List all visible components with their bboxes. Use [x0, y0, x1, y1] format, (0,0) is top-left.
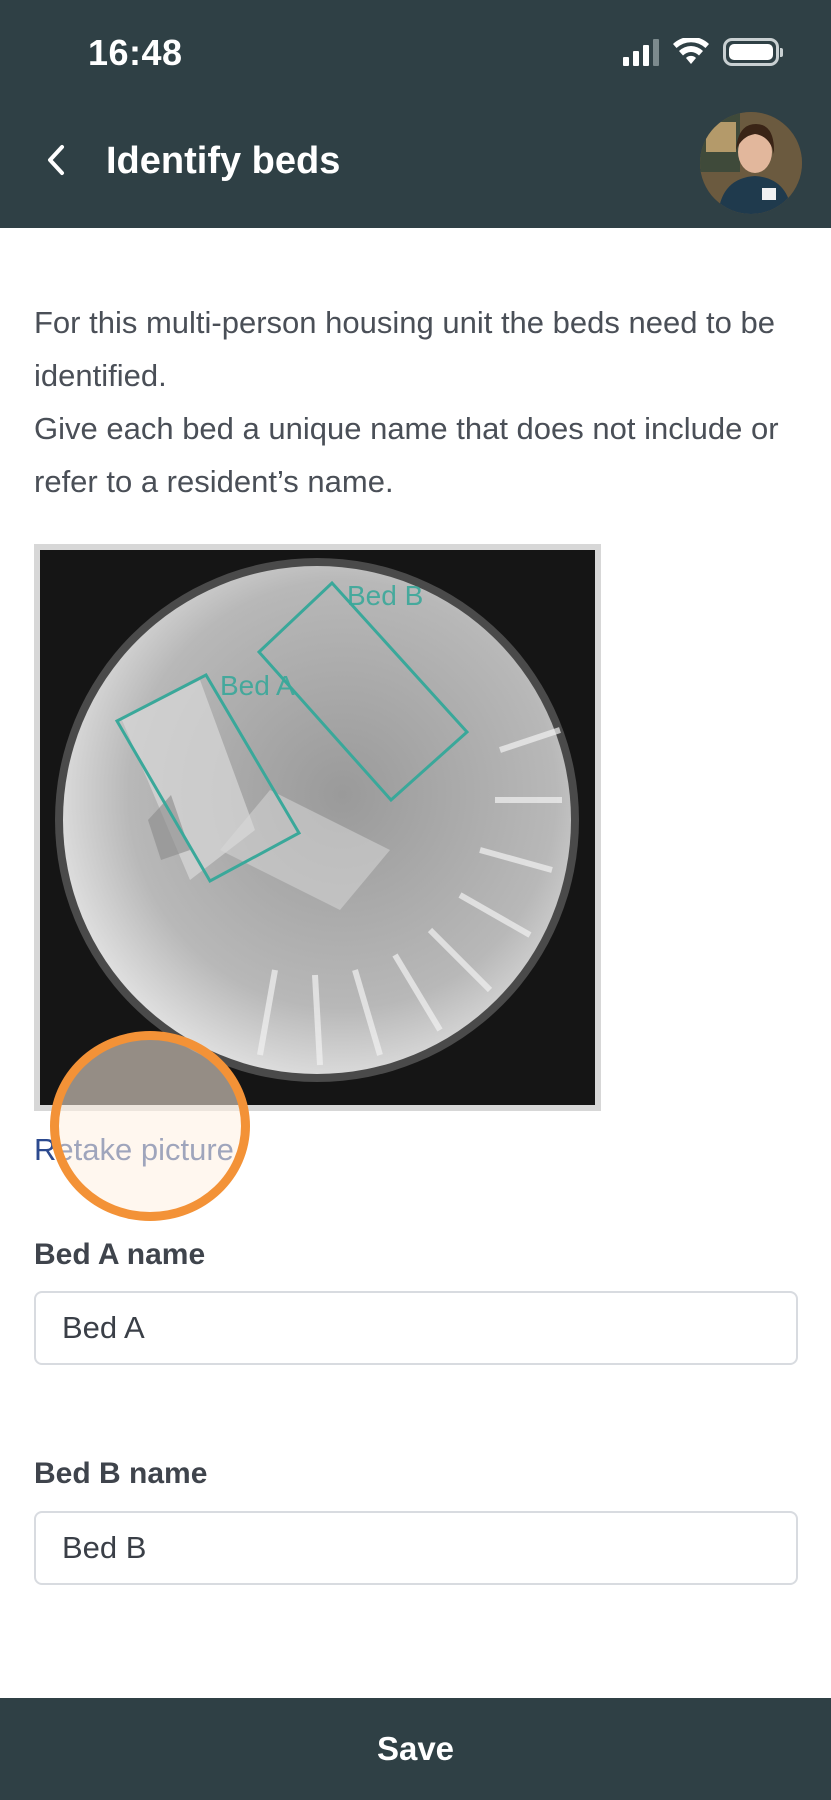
photo-label-bed-a: Bed A: [220, 670, 295, 701]
intro-line-1: For this multi-person housing unit the b…: [34, 305, 776, 393]
battery-icon: [723, 38, 783, 66]
bed-a-name-input[interactable]: [34, 1291, 798, 1365]
retake-picture-link[interactable]: Retake picture: [34, 1132, 234, 1168]
status-icons: [623, 38, 783, 66]
save-button[interactable]: Save: [0, 1698, 831, 1800]
page-title: Identify beds: [106, 140, 341, 182]
photo-label-bed-b: Bed B: [347, 580, 423, 611]
bed-photo: Bed A Bed B: [40, 550, 595, 1105]
wifi-icon: [673, 38, 709, 64]
cellular-signal-icon: [623, 38, 659, 66]
status-time: 16:48: [88, 32, 183, 73]
bed-b-name-label: Bed B name: [34, 1457, 208, 1490]
intro-text: For this multi-person housing unit the b…: [34, 296, 794, 508]
bed-a-name-label: Bed A name: [34, 1238, 206, 1271]
app-header: 16:48 Identify beds: [0, 0, 831, 228]
intro-line-2: Give each bed a unique name that does no…: [34, 411, 779, 499]
bed-photo-frame: Bed A Bed B: [34, 544, 601, 1111]
bed-b-name-input[interactable]: [34, 1511, 798, 1585]
chevron-left-icon: [48, 145, 64, 175]
back-button[interactable]: [34, 138, 78, 182]
user-avatar[interactable]: [700, 112, 802, 214]
